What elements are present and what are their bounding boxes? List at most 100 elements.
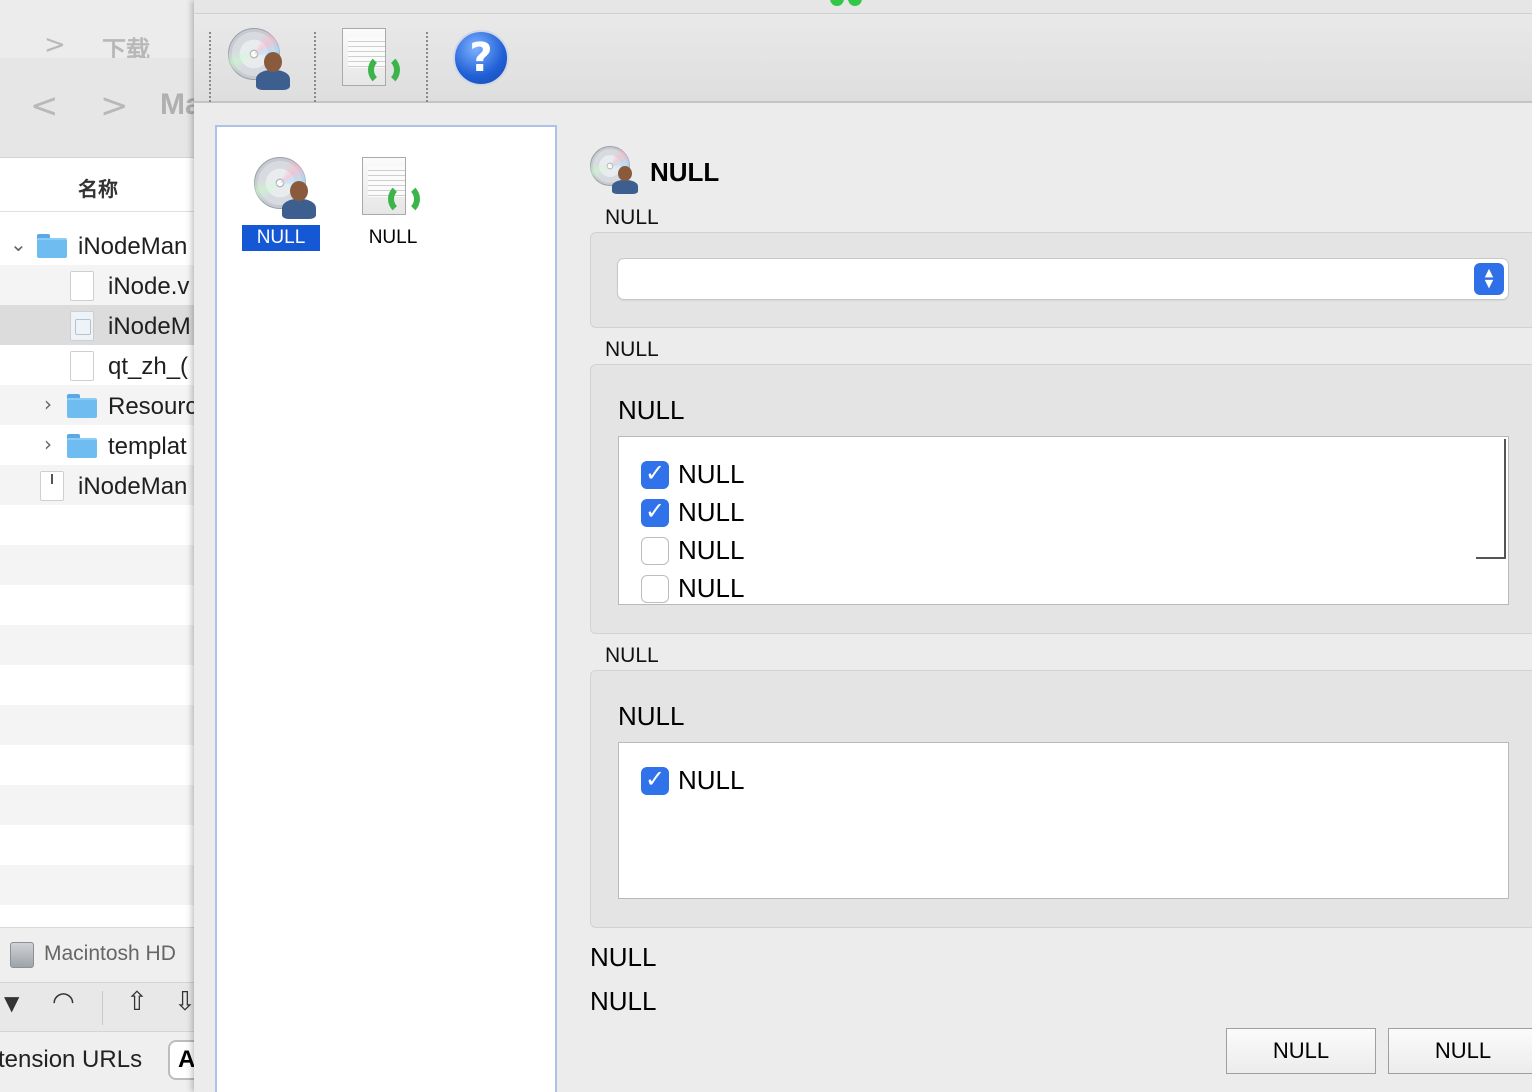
document-refresh-icon xyxy=(362,157,424,219)
toolbar-grip xyxy=(209,32,211,102)
checkbox-checked[interactable] xyxy=(641,765,669,795)
scrollbar-corner xyxy=(1476,557,1506,559)
cancel-button[interactable]: NULL xyxy=(1388,1028,1532,1074)
list-item-label: NULL xyxy=(242,225,320,251)
dropdown-select[interactable]: ▲ ▼ xyxy=(618,259,1508,299)
drive-label[interactable]: Macintosh HD xyxy=(44,942,176,966)
file-row[interactable]: iNodeMan xyxy=(0,465,194,505)
disc-user-icon xyxy=(590,146,640,196)
checkbox-label: NULL xyxy=(678,459,745,489)
zoom-button-icon[interactable] xyxy=(830,0,844,6)
chevron-right-icon[interactable]: › xyxy=(44,392,52,416)
toolbar-separator xyxy=(426,32,428,102)
checkbox-list[interactable]: NULL NULL NULL NULL xyxy=(618,436,1509,605)
caret-down-icon[interactable]: ▼ xyxy=(4,991,19,1015)
finder-path-bar: > 下载 xyxy=(0,0,194,64)
ok-button[interactable]: NULL xyxy=(1226,1028,1376,1074)
empty-row xyxy=(0,825,194,865)
column-header-label: 名称 xyxy=(78,177,118,201)
scrollbar[interactable] xyxy=(1504,439,1506,559)
list-item[interactable]: NULL xyxy=(242,127,332,251)
title-bar xyxy=(194,0,1532,14)
document-refresh-tool-button[interactable] xyxy=(340,26,406,92)
checkbox-unchecked[interactable] xyxy=(641,537,669,565)
folder-icon xyxy=(37,234,67,258)
empty-row xyxy=(0,705,194,745)
list-item[interactable]: NULL xyxy=(354,127,444,248)
empty-row xyxy=(0,665,194,705)
section-label: NULL xyxy=(605,644,659,667)
page-title: NULL xyxy=(650,157,720,187)
zoom-button-icon[interactable] xyxy=(848,0,862,6)
empty-row xyxy=(0,505,194,545)
empty-row xyxy=(0,785,194,825)
document-refresh-icon xyxy=(342,28,404,90)
file-row[interactable]: iNodeM xyxy=(0,305,194,345)
finder-window: > 下载 < > Ma 名称 ⌄ iNodeMan iNode.v iNodeM… xyxy=(0,0,194,1092)
category-list[interactable]: NULL NULL xyxy=(215,125,557,1092)
checkbox-checked[interactable] xyxy=(641,497,669,527)
checkbox-label: NULL xyxy=(678,535,745,565)
chevron-down-icon[interactable]: ⌄ xyxy=(10,232,27,256)
file-name: iNodeMan xyxy=(78,473,188,500)
document-icon xyxy=(70,271,94,301)
checkbox-list[interactable]: NULL xyxy=(618,742,1509,899)
empty-row xyxy=(0,865,194,905)
file-row[interactable]: qt_zh_( xyxy=(0,345,194,385)
partial-button[interactable]: A xyxy=(168,1040,194,1080)
list-item-label: NULL xyxy=(368,227,418,248)
file-row[interactable]: ⌄ iNodeMan xyxy=(0,225,194,265)
upload-icon[interactable]: ⇧ xyxy=(126,987,148,1017)
file-name: iNodeM xyxy=(108,313,191,340)
toolbar-separator xyxy=(314,32,316,102)
app-window: ? NULL NULL NULL NULL ▲ ▼ NULL NULL ✓ NU… xyxy=(194,0,1532,1092)
checkbox-label: NULL xyxy=(678,497,745,527)
executable-icon xyxy=(40,471,64,501)
empty-row xyxy=(0,625,194,665)
finder-toolbar: < > Ma xyxy=(0,58,194,158)
help-icon[interactable]: ? xyxy=(453,30,509,86)
forward-icon[interactable]: > xyxy=(100,86,129,126)
checkbox-checked[interactable] xyxy=(641,459,669,489)
checkbox-label: NULL xyxy=(678,765,745,795)
checkbox-unchecked[interactable] xyxy=(641,575,669,603)
column-header-name[interactable]: 名称 xyxy=(0,159,194,212)
file-row[interactable]: iNode.v xyxy=(0,265,194,305)
file-name: Resourc xyxy=(108,393,194,420)
hard-drive-icon xyxy=(10,942,34,968)
chevron-right-icon: > xyxy=(44,30,66,60)
wifi-settings-icon[interactable]: ◠ xyxy=(52,987,75,1017)
info-text: NULL xyxy=(590,942,657,972)
image-file-icon xyxy=(70,311,94,341)
empty-row xyxy=(0,745,194,785)
finder-bottom-toolbar: ▼ ◠ ⇧ ⇩ xyxy=(0,982,194,1032)
checkbox-label: NULL xyxy=(678,573,745,603)
back-icon[interactable]: < xyxy=(30,86,59,126)
document-icon xyxy=(70,351,94,381)
window-title: Ma xyxy=(160,88,194,121)
file-row[interactable]: › templat xyxy=(0,425,194,465)
group-title: NULL xyxy=(618,701,685,731)
folder-icon xyxy=(67,394,97,418)
disc-user-icon xyxy=(226,26,292,92)
disc-user-tool-button[interactable] xyxy=(226,26,292,92)
chevron-updown-icon[interactable]: ▲ ▼ xyxy=(1474,263,1504,295)
chevron-right-icon[interactable]: › xyxy=(44,432,52,456)
disc-user-icon xyxy=(252,155,318,221)
extension-urls-label: tension URLs xyxy=(0,1046,143,1073)
section-label: NULL xyxy=(605,206,659,229)
group-title: NULL xyxy=(618,395,685,425)
section-label: NULL xyxy=(605,338,659,361)
divider xyxy=(102,991,103,1025)
file-row[interactable]: › Resourc xyxy=(0,385,194,425)
folder-icon xyxy=(67,434,97,458)
file-name: iNodeMan xyxy=(78,233,188,260)
empty-row xyxy=(0,585,194,625)
empty-row xyxy=(0,545,194,585)
app-toolbar xyxy=(194,14,1532,103)
file-name: templat xyxy=(108,433,187,460)
info-text: NULL xyxy=(590,986,657,1016)
download-icon[interactable]: ⇩ xyxy=(174,987,194,1017)
file-name: qt_zh_( xyxy=(108,353,189,380)
file-name: iNode.v xyxy=(108,273,190,300)
